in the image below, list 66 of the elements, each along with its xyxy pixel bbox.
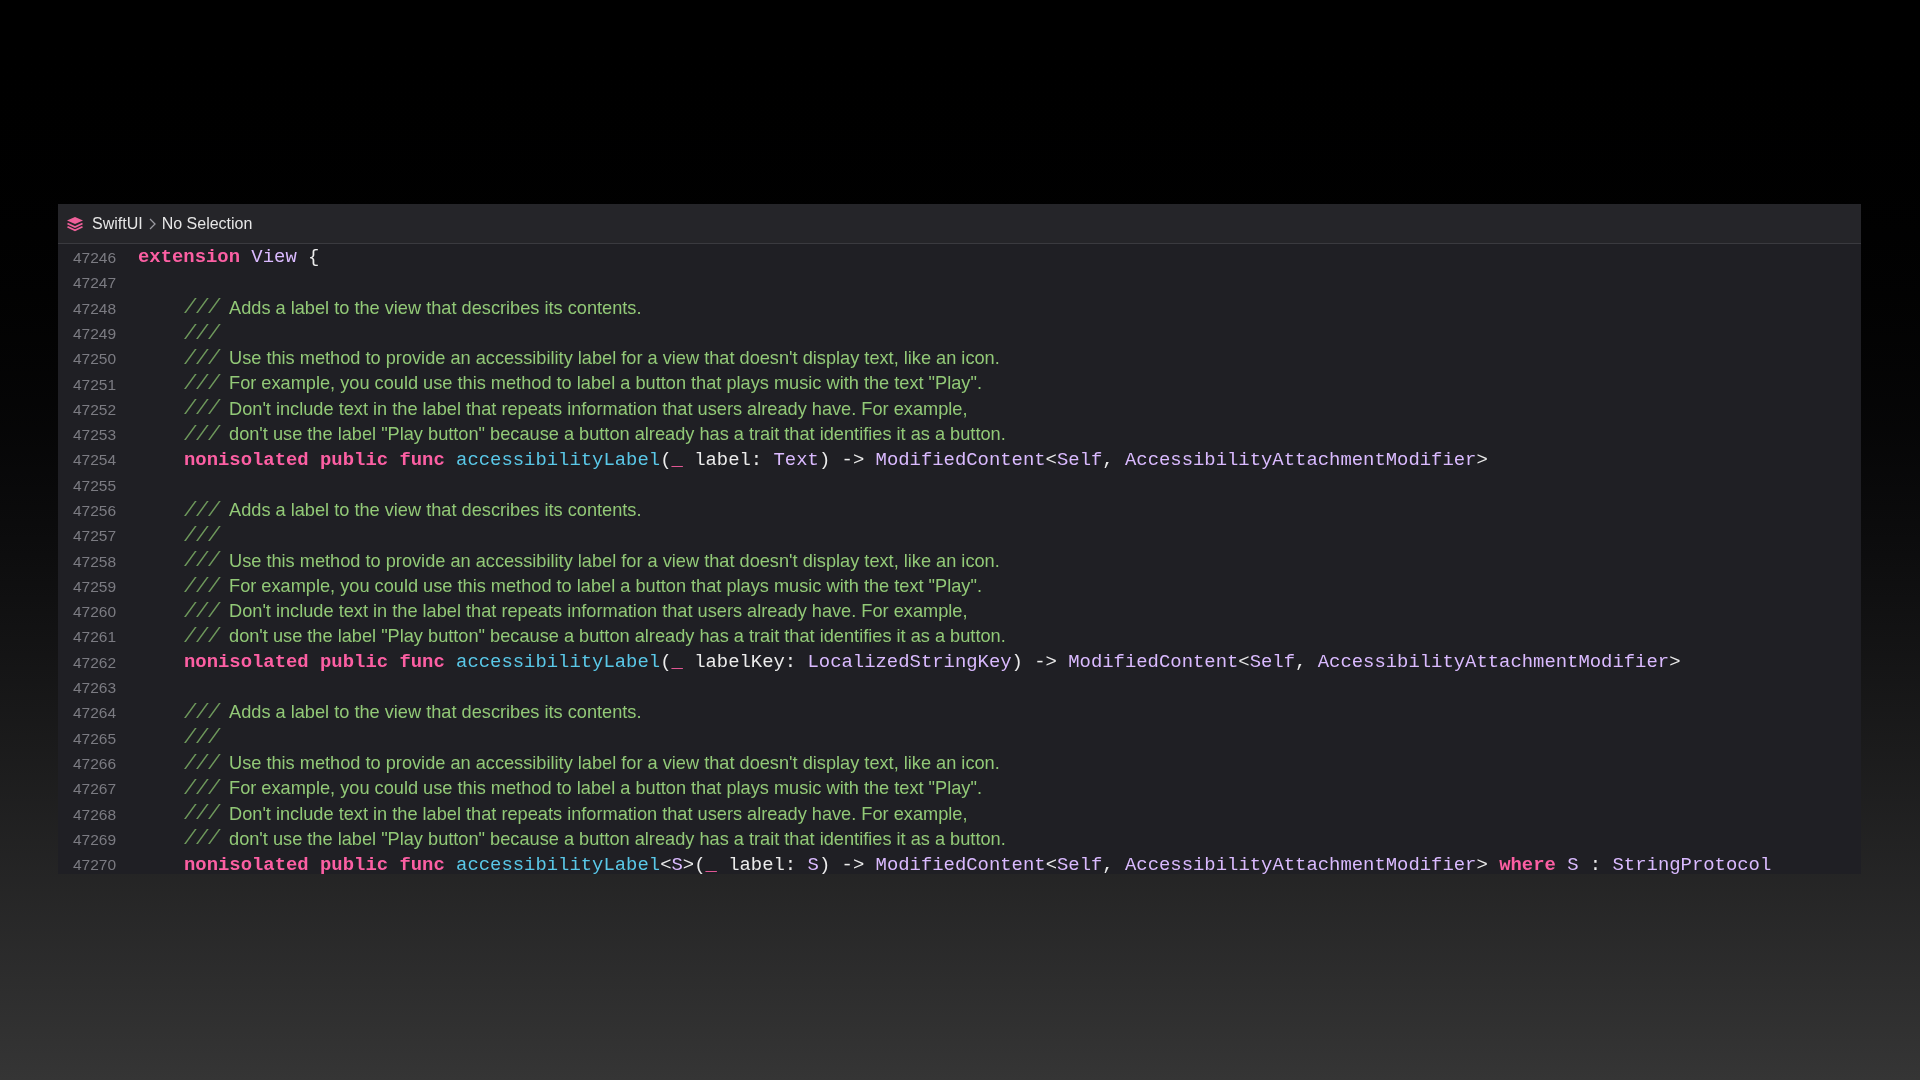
comment-text: don't use the label "Play button" because a button already has a trait that identifies it as a button. — [229, 827, 1006, 851]
comment-text: For example, you could use this method to label a button that plays music with the text "Play". — [229, 574, 982, 598]
comment-text: Adds a label to the view that describes its contents. — [229, 498, 642, 522]
line-number: 47249 — [72, 323, 118, 344]
line-number: 47252 — [72, 399, 118, 420]
breadcrumb-item[interactable]: SwiftUI — [92, 211, 143, 236]
comment-marker: /// — [184, 320, 220, 347]
line-number: 47262 — [72, 652, 118, 673]
comment-marker: /// — [184, 345, 220, 372]
comment-marker: /// — [184, 725, 220, 752]
comment-marker: /// — [184, 497, 220, 524]
line-number: 47254 — [72, 450, 118, 471]
comment-marker: /// — [184, 295, 220, 322]
line-number: 47260 — [72, 602, 118, 623]
line-number: 47261 — [72, 627, 118, 648]
line-number: 47250 — [72, 349, 118, 370]
comment-text: Don't include text in the label that repeats information that users already have. For example, — [229, 397, 968, 421]
comment-marker: /// — [184, 421, 220, 448]
comment-marker: /// — [184, 775, 220, 802]
code-line: nonisolated public func accessibilityLabel<S>(_ label: S) -> ModifiedContent<Self, AccessibilityAttachmentModifier> where S : StringProtocol — [184, 852, 1772, 874]
line-number: 47269 — [72, 829, 118, 850]
comment-text: don't use the label "Play button" because a button already has a trait that identifies it as a button. — [229, 423, 1006, 447]
comment-text: Don't include text in the label that repeats information that users already have. For example, — [229, 802, 968, 826]
comment-text: Use this method to provide an accessibility label for a view that doesn't display text, like an icon. — [229, 751, 1000, 775]
line-number: 47266 — [72, 753, 118, 774]
line-number: 47255 — [72, 475, 118, 496]
line-number: 47264 — [72, 703, 118, 724]
comment-text: For example, you could use this method to label a button that plays music with the text "Play". — [229, 777, 982, 801]
comment-marker: /// — [184, 371, 220, 398]
line-number: 47267 — [72, 779, 118, 800]
comment-marker: /// — [184, 801, 220, 828]
comment-text: don't use the label "Play button" because a button already has a trait that identifies it as a button. — [229, 625, 1006, 649]
comment-text: Use this method to provide an accessibility label for a view that doesn't display text, like an icon. — [229, 549, 1000, 573]
comment-marker: /// — [184, 700, 220, 726]
line-number: 47247 — [72, 273, 118, 294]
comment-marker: /// — [184, 624, 220, 651]
comment-marker: /// — [184, 522, 220, 549]
line-number: 47256 — [72, 501, 118, 521]
comment-text: Adds a label to the view that describes its contents. — [229, 701, 642, 725]
line-number: 47268 — [72, 804, 118, 825]
stack-icon — [66, 215, 84, 232]
line-number: 47246 — [72, 248, 118, 268]
line-number: 47257 — [72, 526, 118, 547]
comment-marker: /// — [184, 750, 220, 777]
comment-marker: /// — [184, 573, 220, 600]
comment-marker: /// — [184, 826, 220, 853]
line-number: 47248 — [72, 298, 118, 319]
line-number: 47270 — [72, 855, 118, 874]
line-number: 47251 — [72, 374, 118, 395]
comment-text: Use this method to provide an accessibility label for a view that doesn't display text, like an icon. — [229, 347, 1000, 371]
comment-marker: /// — [184, 548, 220, 575]
line-number: 47259 — [72, 576, 118, 597]
comment-text: Don't include text in the label that repeats information that users already have. For example, — [229, 600, 968, 624]
breadcrumb-item[interactable]: No Selection — [161, 211, 253, 236]
line-number: 47253 — [72, 425, 118, 446]
code-line: nonisolated public func accessibilityLabel(_ labelKey: LocalizedStringKey) -> ModifiedContent<Self, AccessibilityAttachmentModifier> — [184, 650, 1681, 676]
code-line: extension View { — [138, 245, 320, 271]
chevron-icon — [148, 217, 156, 230]
line-number: 47263 — [72, 678, 118, 699]
line-number: 47258 — [72, 551, 118, 572]
comment-text: Adds a label to the view that describes its contents. — [229, 296, 642, 320]
line-number: 47265 — [72, 728, 118, 749]
comment-marker: /// — [184, 396, 220, 423]
code-line: nonisolated public func accessibilityLabel(_ label: Text) -> ModifiedContent<Self, AccessibilityAttachmentModifier> — [184, 447, 1488, 473]
comment-text: For example, you could use this method to label a button that plays music with the text "Play". — [229, 372, 982, 396]
comment-marker: /// — [184, 598, 220, 625]
